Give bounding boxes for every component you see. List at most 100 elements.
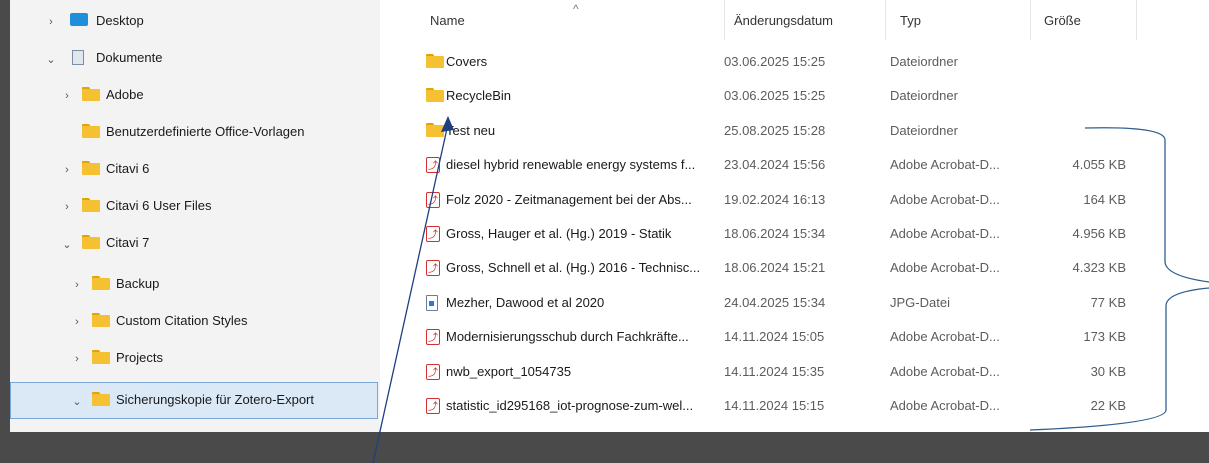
file-list-pane: Name ^ Änderungsdatum Typ Größe Covers 03… [380, 0, 1209, 432]
folder-icon [82, 235, 100, 249]
file-date: 14.11.2024 15:15 [724, 398, 825, 413]
file-name: Mezher, Dawood et al 2020 [446, 294, 605, 310]
column-header-type-label: Typ [900, 12, 921, 28]
file-date: 14.11.2024 15:05 [724, 329, 825, 345]
sidebar-item-citavi-7[interactable]: ⌄ Citavi 7 [10, 225, 378, 262]
folder-icon [92, 392, 110, 406]
file-date: 14.11.2024 15:35 [724, 363, 825, 379]
column-header-size[interactable]: Größe [1044, 0, 1134, 40]
file-size: 4.323 KB [1072, 260, 1127, 276]
file-name: statistic_id295168_iot-prognose-zum-wel.… [446, 398, 694, 413]
file-name: Covers [446, 54, 488, 69]
chevron-right-icon[interactable]: › [70, 352, 84, 366]
file-row[interactable]: Mezher, Dawood et al 2020 24.04.2025 15:3… [380, 286, 1209, 320]
pdf-icon [426, 260, 440, 277]
file-row[interactable]: Gross, Schnell et al. (Hg.) 2016 - Techn… [380, 251, 1209, 285]
folder-icon [82, 161, 100, 175]
chevron-right-icon[interactable]: › [60, 163, 74, 177]
column-header-size-label: Größe [1044, 12, 1081, 28]
documents-icon [70, 50, 88, 65]
chevron-down-icon[interactable]: ⌄ [44, 52, 58, 66]
file-row[interactable]: Covers 03.06.2025 15:25 Dateiordner [380, 45, 1209, 79]
folder-icon [92, 313, 110, 327]
folder-icon [426, 88, 446, 103]
chevron-right-icon[interactable]: › [70, 315, 84, 329]
sidebar-item-label: Citavi 6 User Files [106, 198, 212, 213]
sidebar-item-label: Projects [116, 350, 163, 365]
pdf-icon [426, 398, 440, 414]
column-header-name-label: Name [430, 12, 465, 28]
column-header-date[interactable]: Änderungsdatum [734, 0, 884, 40]
sidebar-item-adobe[interactable]: › Adobe [10, 77, 378, 114]
file-date: 23.04.2024 15:56 [724, 157, 826, 173]
file-name: RecycleBin [446, 88, 512, 104]
column-header-type[interactable]: Typ [900, 0, 1030, 40]
folder-icon [92, 350, 110, 364]
file-row[interactable]: Test neu 25.08.2025 15:28 Dateiordner [380, 114, 1209, 148]
sidebar-item-backup[interactable]: › Backup [10, 266, 378, 303]
file-date: 25.08.2025 15:28 [724, 122, 826, 138]
sidebar-item-dokumente[interactable]: ⌄ Dokumente [10, 40, 378, 77]
desktop-icon [70, 13, 88, 27]
file-type: JPG-Datei [890, 294, 950, 310]
file-type: Dateiordner [890, 88, 958, 104]
file-type: Dateiordner [890, 122, 958, 138]
file-name: Gross, Schnell et al. (Hg.) 2016 - Techn… [446, 260, 701, 276]
sidebar-item-label: Sicherungskopie für Zotero-Export [116, 392, 314, 407]
file-name: Gross, Hauger et al. (Hg.) 2019 - Statik [446, 226, 672, 241]
file-row[interactable]: Gross, Hauger et al. (Hg.) 2019 - Statik… [380, 217, 1209, 251]
folder-icon [426, 54, 446, 68]
file-type: Adobe Acrobat-D... [890, 157, 1000, 173]
sidebar-item-desktop[interactable]: › Desktop [10, 3, 378, 40]
sidebar-item-citavi-6-user-files[interactable]: › Citavi 6 User Files [10, 188, 378, 225]
sidebar-item-benutzerdefinierte-office-vorlagen[interactable]: Benutzerdefinierte Office-Vorlagen [10, 114, 378, 151]
sidebar-item-citavi-6[interactable]: › Citavi 6 [10, 151, 378, 188]
file-row[interactable]: nwb_export_1054735 14.11.2024 15:35 Adobe … [380, 355, 1209, 389]
file-type: Adobe Acrobat-D... [890, 398, 1000, 413]
file-name: nwb_export_1054735 [446, 363, 572, 379]
file-date: 03.06.2025 15:25 [724, 54, 826, 69]
jpg-icon [426, 294, 438, 311]
file-date: 03.06.2025 15:25 [724, 88, 826, 104]
pdf-icon [426, 226, 440, 242]
chevron-down-icon[interactable]: ⌄ [70, 394, 84, 408]
pdf-icon [426, 157, 440, 174]
file-size: 30 KB [1090, 363, 1126, 379]
folder-icon [426, 122, 446, 137]
sidebar-item-label: Custom Citation Styles [116, 313, 248, 328]
file-size: 4.956 KB [1072, 226, 1127, 241]
sidebar-item-sicherungskopie-f-r-zotero-export[interactable]: ⌄ Sicherungskopie für Zotero-Export [10, 382, 378, 419]
pdf-icon [426, 329, 440, 346]
chevron-right-icon[interactable]: › [60, 89, 74, 103]
sidebar-item-label: Dokumente [96, 50, 163, 65]
sidebar-item-projects[interactable]: › Projects [10, 340, 378, 377]
chevron-right-icon[interactable]: › [60, 200, 74, 214]
chevron-down-icon[interactable]: ⌄ [60, 237, 74, 251]
file-row[interactable]: Zeitschriftenartikel Online20.06.2024 16… [380, 423, 1209, 432]
sidebar-item-label: Citavi 6 [106, 161, 150, 176]
pdf-icon [426, 191, 440, 208]
file-date: 19.02.2024 16:13 [724, 191, 826, 207]
file-row[interactable]: diesel hybrid renewable energy systems f… [380, 148, 1209, 182]
chevron-right-icon[interactable]: › [70, 278, 84, 292]
file-row[interactable]: Modernisierungsschub durch Fachkräfte...… [380, 320, 1209, 354]
file-date: 18.06.2024 15:21 [724, 260, 826, 276]
sidebar-item-custom-citation-styles[interactable]: › Custom Citation Styles [10, 303, 378, 340]
chevron-right-icon[interactable]: › [44, 15, 58, 29]
file-row[interactable]: RecycleBin 03.06.2025 15:25 Dateiordner [380, 79, 1209, 113]
file-type: Adobe Acrobat-D... [890, 191, 1000, 207]
file-name: Folz 2020 - Zeitmanagement bei der Abs..… [446, 191, 692, 207]
sidebar-item-label: Adobe [106, 87, 144, 102]
file-row[interactable]: statistic_id295168_iot-prognose-zum-wel.… [380, 389, 1209, 423]
file-type: Adobe Acrobat-D... [890, 329, 1000, 345]
sidebar-item-label: Desktop [96, 13, 144, 28]
file-date: 18.06.2024 15:34 [724, 226, 826, 241]
pdf-icon [426, 363, 440, 380]
file-name: Modernisierungsschub durch Fachkräfte... [446, 329, 689, 345]
file-type: Dateiordner [890, 54, 958, 69]
navigation-pane: › Desktop ⌄ Dokumente › Adobe Benutzerdefinier… [10, 0, 378, 432]
folder-icon [82, 198, 100, 212]
folder-icon [82, 124, 100, 138]
file-row[interactable]: Folz 2020 - Zeitmanagement bei der Abs..… [380, 183, 1209, 217]
file-size: 164 KB [1083, 191, 1126, 207]
